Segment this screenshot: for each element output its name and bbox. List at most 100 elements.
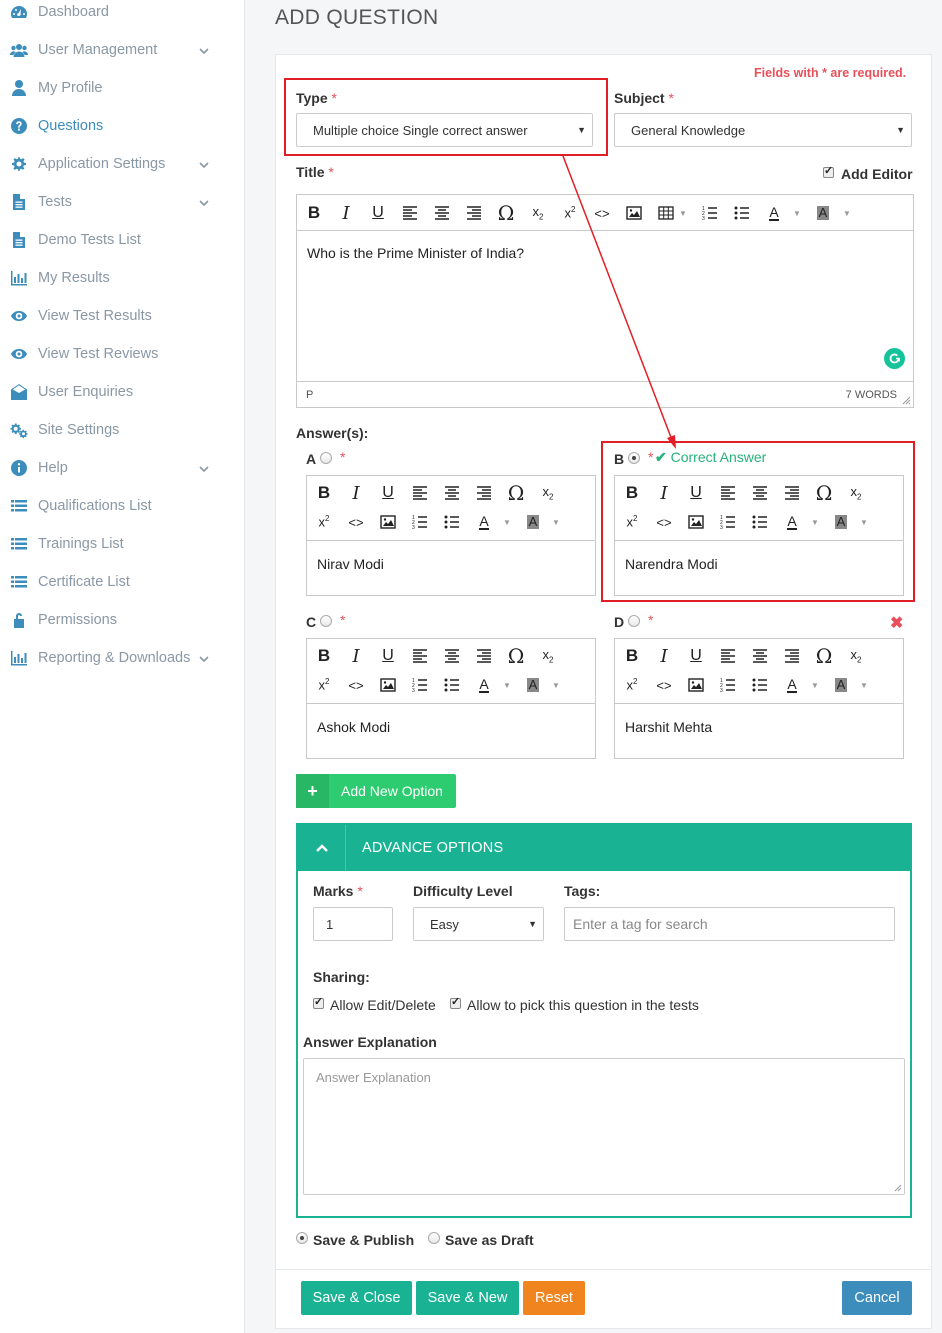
dropdown-arrow-icon[interactable]: ▼ xyxy=(502,517,512,527)
option-text[interactable]: Harshit Mehta xyxy=(625,719,712,735)
option-editor[interactable]: B I U Ωx2 x2 <> 1 2 3 A A ▼ ▼ Ashok Modi xyxy=(306,638,596,759)
save-new-button[interactable]: Save & New xyxy=(416,1281,519,1315)
allow-pick-checkbox[interactable] xyxy=(450,995,461,1009)
correct-answer-radio[interactable] xyxy=(320,452,332,464)
option-editor[interactable]: B I U Ωx2 x2 <> 1 2 3 A A ▼ ▼ Harshit Mehta xyxy=(614,638,904,759)
explanation-textarea[interactable]: Answer Explanation xyxy=(303,1058,905,1195)
subscript-icon[interactable]: x2 xyxy=(537,482,559,504)
align-left-icon[interactable] xyxy=(409,645,431,667)
sidebar-item[interactable]: Demo Tests List xyxy=(0,221,245,259)
add-editor-checkbox[interactable] xyxy=(823,164,834,178)
text-color-icon[interactable]: A xyxy=(473,511,495,533)
remove-option-icon[interactable]: ✖ xyxy=(890,613,903,633)
marks-input[interactable]: 1 xyxy=(313,907,393,941)
italic-icon[interactable]: I xyxy=(345,482,367,504)
reset-button[interactable]: Reset xyxy=(523,1281,585,1315)
resize-handle-icon[interactable] xyxy=(894,1184,902,1192)
background-color-icon[interactable]: A xyxy=(812,202,834,224)
source-code-icon[interactable]: <> xyxy=(591,202,613,224)
subscript-icon[interactable]: x2 xyxy=(527,202,549,224)
dropdown-arrow-icon[interactable]: ▼ xyxy=(551,517,561,527)
bullet-list-icon[interactable] xyxy=(731,202,753,224)
title-editor-content[interactable]: Who is the Prime Minister of India? xyxy=(307,245,524,261)
background-color-icon[interactable]: A xyxy=(522,511,544,533)
sidebar-item[interactable]: My Results xyxy=(0,259,245,297)
align-right-icon[interactable] xyxy=(473,482,495,504)
special-char-icon[interactable]: Ω xyxy=(505,644,527,668)
tags-input[interactable]: Enter a tag for search xyxy=(564,907,895,941)
sidebar-item[interactable]: User Enquiries xyxy=(0,373,245,411)
sidebar-item[interactable]: Qualifications List xyxy=(0,487,245,525)
underline-icon[interactable]: U xyxy=(367,202,389,224)
superscript-icon[interactable]: x2 xyxy=(313,511,335,533)
numbered-list-icon[interactable]: 123 xyxy=(717,674,739,696)
sidebar-item[interactable]: Help xyxy=(0,449,245,487)
table-icon[interactable] xyxy=(655,202,677,224)
source-code-icon[interactable]: <> xyxy=(345,674,367,696)
italic-icon[interactable]: I xyxy=(335,202,357,224)
bullet-list-icon[interactable] xyxy=(441,674,463,696)
numbered-list-icon[interactable]: 123 xyxy=(699,202,721,224)
dropdown-arrow-icon[interactable]: ▼ xyxy=(842,208,852,218)
sidebar-item[interactable]: Site Settings xyxy=(0,411,245,449)
bullet-list-icon[interactable] xyxy=(749,674,771,696)
numbered-list-icon[interactable]: 123 xyxy=(409,674,431,696)
collapse-toggle-button[interactable] xyxy=(298,825,346,871)
sidebar-item[interactable]: Reporting & Downloads xyxy=(0,639,245,677)
special-char-icon[interactable]: Ω xyxy=(495,201,517,225)
bold-icon[interactable]: B xyxy=(621,645,643,667)
special-char-icon[interactable]: Ω xyxy=(505,481,527,505)
save-close-button[interactable]: Save & Close xyxy=(301,1281,412,1315)
title-editor[interactable]: B I U Ωx2 x2 <> 1 2 3 A A ▼ ▼ ▼ Who is the Prime Mini… xyxy=(296,194,914,408)
difficulty-select[interactable]: Easy ▼ xyxy=(413,907,544,941)
allow-edit-checkbox[interactable] xyxy=(313,995,324,1009)
text-color-icon[interactable]: A xyxy=(763,202,785,224)
sidebar-item[interactable]: View Test Reviews xyxy=(0,335,245,373)
resize-handle-icon[interactable] xyxy=(902,396,911,405)
source-code-icon[interactable]: <> xyxy=(653,674,675,696)
dropdown-arrow-icon[interactable]: ▼ xyxy=(678,208,688,218)
dropdown-arrow-icon[interactable]: ▼ xyxy=(502,680,512,690)
correct-answer-radio[interactable] xyxy=(628,615,640,627)
sidebar-item[interactable]: View Test Results xyxy=(0,297,245,335)
align-left-icon[interactable] xyxy=(399,202,421,224)
bold-icon[interactable]: B xyxy=(313,645,335,667)
background-color-icon[interactable]: A xyxy=(522,674,544,696)
save-publish-radio[interactable] xyxy=(296,1232,308,1244)
sidebar-item[interactable]: Questions xyxy=(0,107,245,145)
option-text[interactable]: Nirav Modi xyxy=(317,556,384,572)
align-center-icon[interactable] xyxy=(431,202,453,224)
dropdown-arrow-icon[interactable]: ▼ xyxy=(792,208,802,218)
align-left-icon[interactable] xyxy=(717,645,739,667)
subscript-icon[interactable]: x2 xyxy=(845,645,867,667)
align-right-icon[interactable] xyxy=(781,645,803,667)
align-center-icon[interactable] xyxy=(441,645,463,667)
grammarly-icon[interactable] xyxy=(884,348,905,369)
sidebar-item[interactable]: User Management xyxy=(0,31,245,69)
option-editor[interactable]: B I U Ωx2 x2 <> 1 2 3 A A ▼ ▼ Nirav Modi xyxy=(306,475,596,596)
superscript-icon[interactable]: x2 xyxy=(313,674,335,696)
source-code-icon[interactable]: <> xyxy=(345,511,367,533)
subscript-icon[interactable]: x2 xyxy=(537,645,559,667)
align-center-icon[interactable] xyxy=(441,482,463,504)
dropdown-arrow-icon[interactable]: ▼ xyxy=(859,680,869,690)
sidebar-item[interactable]: My Profile xyxy=(0,69,245,107)
align-center-icon[interactable] xyxy=(749,645,771,667)
sidebar-item[interactable]: Application Settings xyxy=(0,145,245,183)
sidebar-item[interactable]: Tests xyxy=(0,183,245,221)
insert-image-icon[interactable] xyxy=(685,674,707,696)
add-new-option-button[interactable]: + Add New Option xyxy=(296,774,456,808)
numbered-list-icon[interactable]: 123 xyxy=(409,511,431,533)
bullet-list-icon[interactable] xyxy=(441,511,463,533)
insert-image-icon[interactable] xyxy=(623,202,645,224)
cancel-button[interactable]: Cancel xyxy=(842,1281,912,1315)
sidebar-item[interactable]: Certificate List xyxy=(0,563,245,601)
sidebar-item[interactable]: Dashboard xyxy=(0,0,245,31)
bold-icon[interactable]: B xyxy=(313,482,335,504)
superscript-icon[interactable]: x2 xyxy=(621,674,643,696)
insert-image-icon[interactable] xyxy=(377,674,399,696)
sidebar-item[interactable]: Permissions xyxy=(0,601,245,639)
underline-icon[interactable]: U xyxy=(377,645,399,667)
dropdown-arrow-icon[interactable]: ▼ xyxy=(551,680,561,690)
align-right-icon[interactable] xyxy=(473,645,495,667)
